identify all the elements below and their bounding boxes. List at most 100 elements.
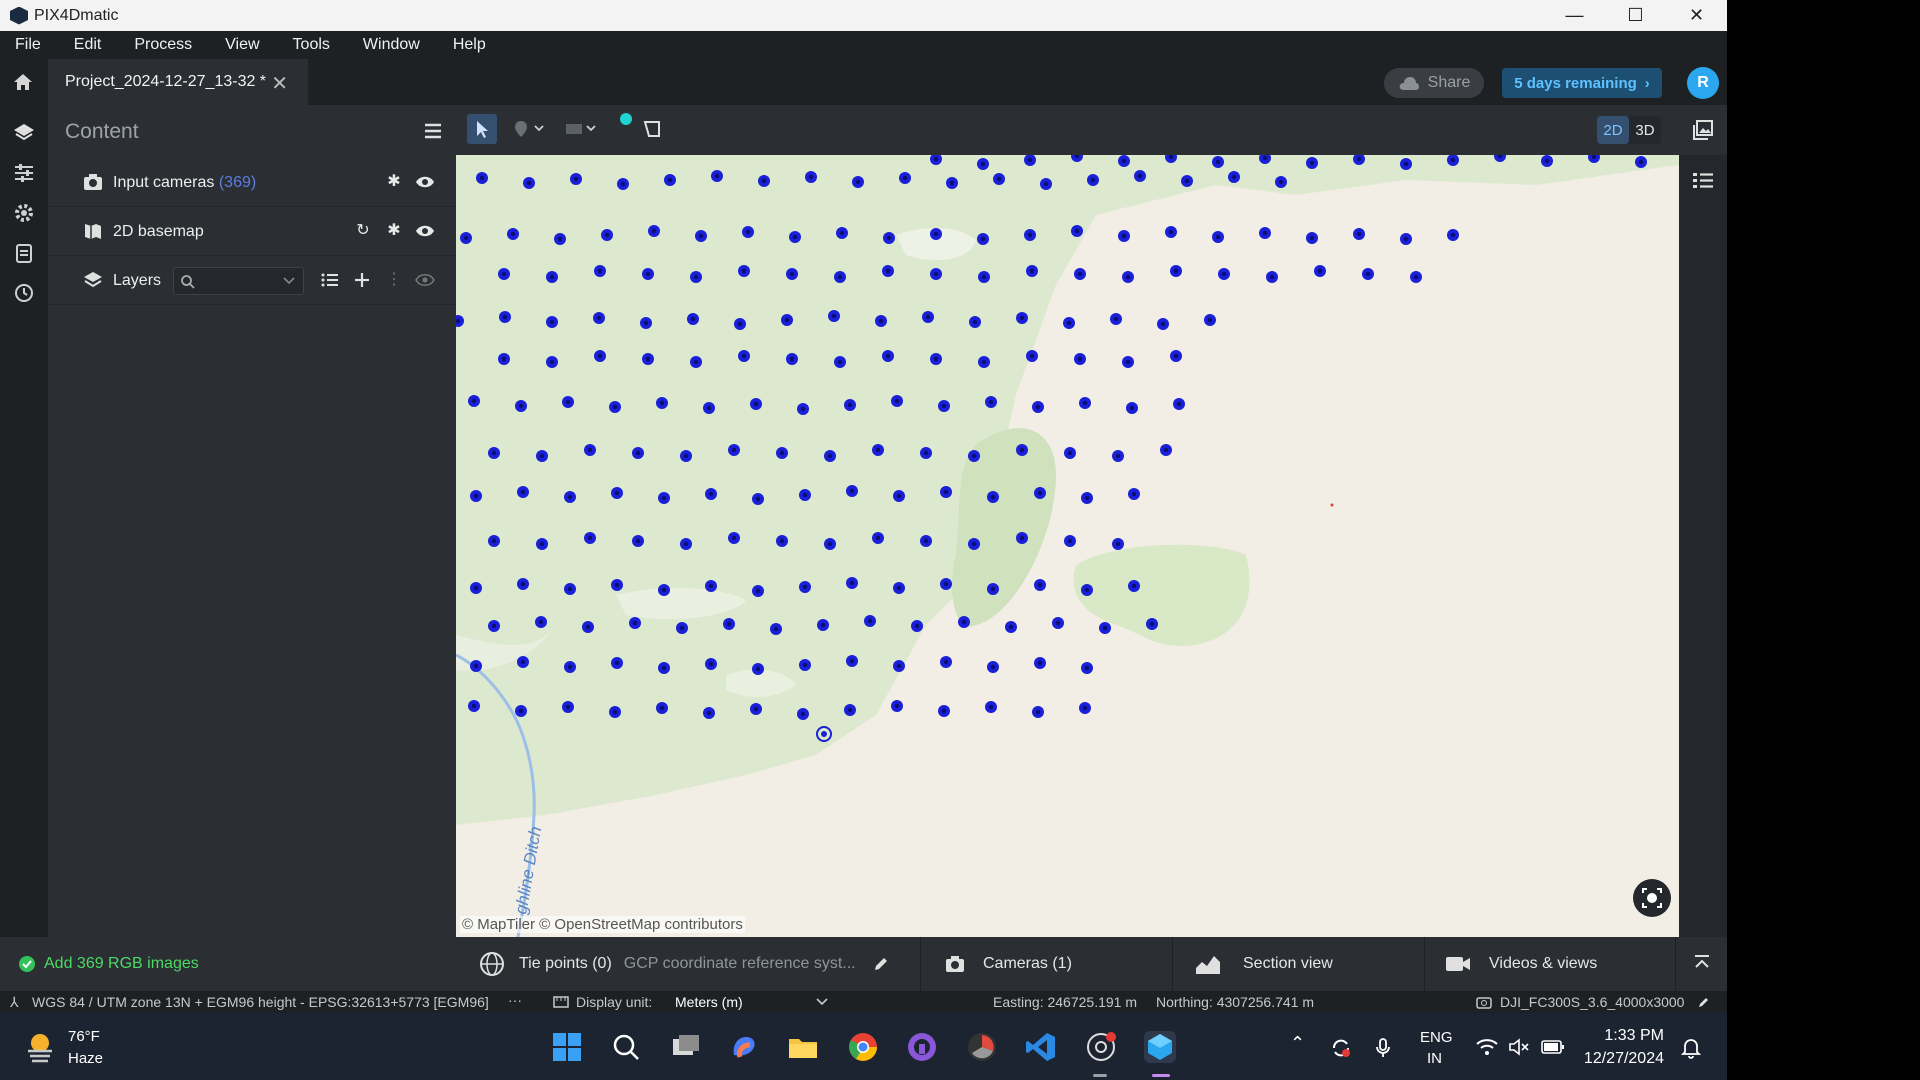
pix4d-tool-icon[interactable] xyxy=(1085,1031,1117,1063)
clock-time[interactable]: 1:33 PM xyxy=(1584,1027,1664,1045)
camera-position-center xyxy=(988,399,994,405)
task-status[interactable]: Add 369 RGB images xyxy=(0,937,456,991)
gear-icon[interactable]: ✱ xyxy=(384,221,404,241)
chevron-up-icon[interactable]: ⌃ xyxy=(1290,1033,1305,1054)
camera-position-center xyxy=(827,541,833,547)
wifi-icon[interactable] xyxy=(1476,1038,1498,1056)
menu-tools[interactable]: Tools xyxy=(293,36,330,54)
cameras-tab[interactable]: Cameras (1) xyxy=(921,937,1173,991)
tab-project[interactable]: Project_2024-12-27_13-32 * ✕ xyxy=(48,59,308,105)
camera-position-center xyxy=(1450,157,1456,163)
view-2d-button[interactable]: 2D xyxy=(1597,116,1629,144)
chevron-down-icon xyxy=(816,998,828,1006)
language-label[interactable]: ENG xyxy=(1420,1029,1453,1046)
gear-icon[interactable]: ✱ xyxy=(384,172,404,192)
share-button[interactable]: Share xyxy=(1384,68,1484,98)
refresh-icon[interactable]: ↻ xyxy=(353,221,373,241)
sliders-icon[interactable] xyxy=(12,161,36,185)
menu-view[interactable]: View xyxy=(225,36,259,54)
view-3d-button[interactable]: 3D xyxy=(1629,116,1661,144)
layers-row[interactable]: Layers ⋮ xyxy=(48,257,456,305)
menu-process[interactable]: Process xyxy=(134,36,192,54)
camera-position-center xyxy=(1019,315,1025,321)
image-gallery-icon[interactable] xyxy=(1692,119,1714,141)
eye-icon[interactable] xyxy=(415,270,435,290)
section-view-tab[interactable]: Section view xyxy=(1173,937,1425,991)
weather-widget[interactable] xyxy=(22,1029,58,1065)
more-vertical-icon[interactable]: ⋮ xyxy=(384,270,404,290)
tie-points-tab[interactable]: Tie points (0) GCP coordinate reference … xyxy=(459,937,921,991)
home-icon[interactable] xyxy=(12,72,34,92)
input-cameras-row[interactable]: Input cameras (369) ✱ xyxy=(48,159,456,207)
menu-window[interactable]: Window xyxy=(363,36,420,54)
edit-pencil-icon[interactable] xyxy=(872,955,890,973)
measure-tool-button[interactable] xyxy=(563,114,603,144)
properties-list-icon[interactable] xyxy=(1692,171,1714,191)
github-icon[interactable] xyxy=(906,1031,938,1063)
menu-edit[interactable]: Edit xyxy=(74,36,102,54)
pix4dmatic-taskbar-icon[interactable] xyxy=(1144,1031,1176,1063)
camera-position-center xyxy=(896,493,902,499)
davinci-icon[interactable] xyxy=(966,1031,998,1063)
edit-pencil-icon[interactable] xyxy=(1697,995,1711,1009)
eye-icon[interactable] xyxy=(415,221,435,241)
camera-position-center xyxy=(698,233,704,239)
vscode-icon[interactable] xyxy=(1025,1031,1057,1063)
camera-position-center xyxy=(1173,268,1179,274)
menu-file[interactable]: File xyxy=(15,36,41,54)
chrome-icon[interactable] xyxy=(847,1031,879,1063)
clock-date[interactable]: 12/27/2024 xyxy=(1582,1050,1664,1068)
right-sidebar xyxy=(1679,155,1727,937)
eye-icon[interactable] xyxy=(415,172,435,192)
camera-position-center xyxy=(597,353,603,359)
list-icon[interactable] xyxy=(320,270,340,290)
globe-target-icon xyxy=(480,952,504,976)
expand-panel-icon[interactable] xyxy=(1692,953,1712,973)
layers-icon[interactable] xyxy=(12,121,36,145)
chevron-down-icon[interactable] xyxy=(283,277,295,285)
history-icon[interactable] xyxy=(12,281,36,305)
file-explorer-icon[interactable] xyxy=(787,1031,819,1063)
camera-position-center xyxy=(847,707,853,713)
camera-position-center xyxy=(808,174,814,180)
sync-icon[interactable] xyxy=(1330,1037,1352,1059)
os-taskbar: 76°F Haze ⌃ ENG IN 1:33 PM 12/27/2024 xyxy=(0,1013,1727,1080)
windows-start-icon[interactable] xyxy=(551,1031,583,1063)
close-tab-icon[interactable]: ✕ xyxy=(271,71,288,96)
recenter-button[interactable] xyxy=(1633,879,1671,917)
select-tool-button[interactable] xyxy=(467,114,497,144)
trial-badge[interactable]: 5 days remaining › xyxy=(1502,68,1662,98)
polygon-tool-button[interactable] xyxy=(637,114,667,144)
clipboard-icon[interactable] xyxy=(12,241,36,265)
region-label[interactable]: IN xyxy=(1427,1050,1442,1067)
tab-bar: Project_2024-12-27_13-32 * ✕ Share 5 day… xyxy=(0,59,1727,105)
camera-position-center xyxy=(1037,490,1043,496)
camera-position-center xyxy=(526,180,532,186)
add-icon[interactable] xyxy=(352,270,372,290)
crs-more-button[interactable]: ··· xyxy=(508,992,522,1008)
maximize-button[interactable]: ☐ xyxy=(1605,0,1666,31)
battery-icon[interactable] xyxy=(1541,1039,1565,1055)
close-window-button[interactable]: ✕ xyxy=(1666,0,1727,31)
volume-muted-icon[interactable] xyxy=(1508,1038,1530,1056)
task-view-icon[interactable] xyxy=(670,1031,702,1063)
copilot-icon[interactable] xyxy=(728,1031,760,1063)
camera-position-center xyxy=(1077,271,1083,277)
videos-views-tab[interactable]: Videos & views xyxy=(1425,937,1676,991)
layers-search-input[interactable] xyxy=(173,267,304,295)
map-canvas[interactable]: ghline Ditch xyxy=(456,155,1679,937)
display-unit-select[interactable]: Meters (m) xyxy=(668,991,828,1013)
camera-position-center xyxy=(943,489,949,495)
map-view[interactable]: ghline Ditch © MapTiler © OpenStreetMap … xyxy=(456,155,1679,937)
camera-position-center xyxy=(741,268,747,274)
notification-bell-icon[interactable] xyxy=(1681,1037,1701,1059)
search-icon[interactable] xyxy=(610,1031,642,1063)
avatar[interactable]: R xyxy=(1687,67,1719,99)
panel-menu-icon[interactable] xyxy=(422,121,444,141)
minimize-button[interactable]: — xyxy=(1544,0,1605,31)
microphone-icon[interactable] xyxy=(1375,1037,1391,1059)
gear-icon[interactable] xyxy=(12,201,36,225)
marker-tool-button[interactable] xyxy=(511,114,551,144)
menu-help[interactable]: Help xyxy=(453,36,486,54)
basemap-row[interactable]: 2D basemap ↻ ✱ xyxy=(48,208,456,256)
